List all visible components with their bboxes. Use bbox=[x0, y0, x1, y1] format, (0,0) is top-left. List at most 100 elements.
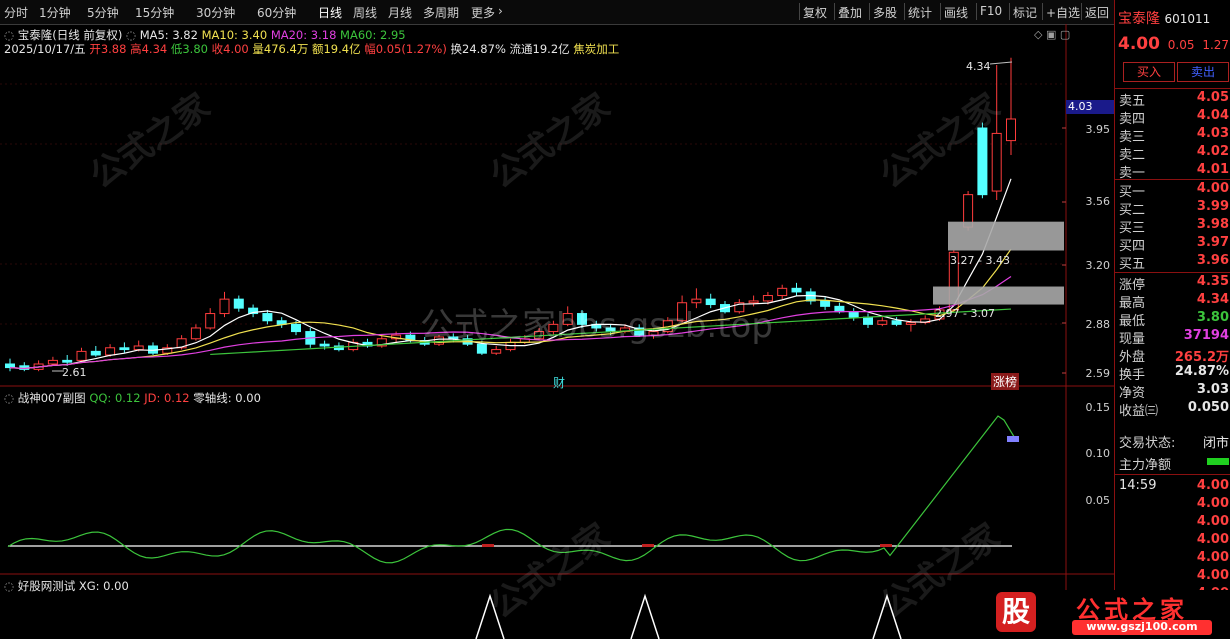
row-value: 4.05 bbox=[1196, 90, 1229, 105]
buy-button[interactable]: 买入 bbox=[1123, 62, 1175, 82]
period-tab-10[interactable]: 更多 bbox=[471, 4, 495, 21]
jd-label: JD: 0.12 bbox=[144, 391, 190, 405]
bids-row: 买一 4.00 bbox=[1119, 181, 1229, 200]
sell-button[interactable]: 卖出 bbox=[1177, 62, 1229, 82]
bids-row: 买三 3.98 bbox=[1119, 217, 1229, 236]
current-price-tag: 4.03 bbox=[1066, 100, 1114, 114]
row-label: 换手 bbox=[1119, 368, 1146, 383]
period-tab-8[interactable]: 月线 bbox=[388, 4, 412, 21]
tool-button-4[interactable]: 画线 bbox=[944, 4, 968, 21]
stock-name: 宝泰隆 bbox=[1118, 11, 1160, 27]
collapse-icon[interactable]: ◌ bbox=[4, 579, 14, 593]
trade-status-row: 交易状态: 闭市 bbox=[1119, 432, 1229, 451]
tick-row: 4.00 bbox=[1119, 532, 1229, 550]
low-annotation: 2.61 bbox=[62, 366, 87, 379]
main-flow-bar bbox=[1207, 458, 1229, 465]
period-tab-0[interactable]: 分时 bbox=[4, 4, 28, 21]
bids-row: 买五 3.96 bbox=[1119, 253, 1229, 272]
tool-button-1[interactable]: 叠加 bbox=[838, 4, 862, 21]
row-value: 3.99 bbox=[1196, 199, 1229, 214]
finance-marker[interactable]: 财 bbox=[553, 374, 565, 391]
stats-row: 最高 4.34 bbox=[1119, 292, 1229, 311]
period-tab-9[interactable]: 多周期 bbox=[423, 4, 459, 21]
collapse-icon[interactable]: ◌ bbox=[4, 391, 14, 405]
stats-row: 收益㈢ 0.050 bbox=[1119, 400, 1229, 419]
candle-body bbox=[291, 323, 301, 333]
period-tab-7[interactable]: 周线 bbox=[353, 4, 377, 21]
tool-button-5[interactable]: F10 bbox=[980, 4, 1002, 18]
candle-body bbox=[791, 287, 802, 293]
candle-body bbox=[119, 347, 130, 351]
candle-body bbox=[133, 345, 144, 351]
asks-row: 卖一 4.01 bbox=[1119, 162, 1229, 181]
price-tick-label: 2.59 bbox=[1085, 367, 1111, 380]
row-value: 3.98 bbox=[1196, 217, 1229, 232]
sub-tick-label: 0.05 bbox=[1085, 494, 1111, 507]
period-tab-2[interactable]: 5分钟 bbox=[87, 4, 119, 21]
ma20-label: MA20: 3.18 bbox=[270, 28, 337, 42]
top-gainers-marker[interactable]: 涨榜 bbox=[991, 373, 1020, 390]
candle-body bbox=[190, 327, 201, 340]
tick-row: 4.00 bbox=[1119, 550, 1229, 568]
period-tab-5[interactable]: 60分钟 bbox=[257, 4, 296, 21]
info-open: 开3.88 bbox=[89, 42, 127, 56]
more-arrow-icon[interactable]: › bbox=[498, 4, 503, 18]
info-volume: 量476.4万 bbox=[252, 42, 309, 56]
price-tick-label: 3.20 bbox=[1085, 259, 1111, 272]
candle-body bbox=[47, 359, 58, 365]
row-value: 3.03 bbox=[1196, 382, 1229, 397]
row-label: 卖五 bbox=[1119, 94, 1146, 109]
high-annotation: 4.34 bbox=[966, 60, 991, 73]
candle-body bbox=[491, 349, 502, 354]
candle-body bbox=[205, 313, 216, 329]
center-watermark: 公式之家bbs.gszb.top bbox=[420, 306, 773, 346]
sub-chart-title: 战神007副图 bbox=[17, 391, 86, 405]
period-tab-6[interactable]: 日线 bbox=[318, 4, 342, 21]
trade-status-label: 交易状态: bbox=[1119, 436, 1176, 451]
sub-tick-label: 0.15 bbox=[1085, 401, 1111, 414]
zero-axis-label: 零轴线: 0.00 bbox=[193, 391, 261, 405]
tool-button-8[interactable]: 返回 bbox=[1085, 4, 1109, 21]
collapse-icon[interactable]: ◌ bbox=[4, 28, 14, 42]
last-price: 4.00 bbox=[1118, 34, 1160, 54]
row-label: 买三 bbox=[1119, 221, 1146, 236]
stats-row: 净资 3.03 bbox=[1119, 382, 1229, 401]
window-icons[interactable]: ◇ ▣ ▢ bbox=[1034, 28, 1070, 41]
price-tick-label: 2.88 bbox=[1085, 318, 1111, 331]
bar-info-row: 2025/10/17/五 开3.88 高4.34 低3.80 收4.00 量47… bbox=[4, 41, 619, 57]
sub-tick-label: 0.10 bbox=[1085, 447, 1111, 460]
row-value: 0.050 bbox=[1187, 400, 1229, 415]
period-tab-4[interactable]: 30分钟 bbox=[196, 4, 235, 21]
period-tab-1[interactable]: 1分钟 bbox=[39, 4, 71, 21]
candle-body bbox=[233, 298, 244, 309]
signal-spike bbox=[475, 593, 505, 639]
candle-body bbox=[905, 322, 916, 325]
stats-row: 现量 37194 bbox=[1119, 328, 1229, 347]
info-float: 流通19.2亿 bbox=[509, 42, 570, 56]
bottom-chart-title: 好股网测试 bbox=[17, 579, 76, 593]
asks-row: 卖二 4.02 bbox=[1119, 144, 1229, 163]
tool-button-2[interactable]: 多股 bbox=[873, 4, 897, 21]
ma-menu-icon[interactable]: ◌ bbox=[126, 28, 136, 42]
tool-button-0[interactable]: 复权 bbox=[803, 4, 827, 21]
tick-row: 4.00 bbox=[1119, 514, 1229, 532]
tick-price: 4.00 bbox=[1196, 568, 1229, 583]
tick-price: 4.00 bbox=[1196, 514, 1229, 529]
period-toolbar: 分时 1分钟 5分钟 15分钟 30分钟 60分钟 日线 周线 月线 多周期 更多 › 复权 叠加 多股统… bbox=[0, 0, 1230, 25]
period-tab-3[interactable]: 15分钟 bbox=[135, 4, 174, 21]
price-line: 4.00 0.05 1.27 bbox=[1118, 34, 1229, 54]
info-high: 高4.34 bbox=[130, 42, 168, 56]
candle-body bbox=[90, 350, 101, 356]
row-label: 卖四 bbox=[1119, 112, 1146, 127]
logo-badge-icon: 股 bbox=[996, 592, 1036, 632]
row-label: 买五 bbox=[1119, 257, 1146, 272]
qq-label: QQ: 0.12 bbox=[89, 391, 141, 405]
trade-status-value: 闭市 bbox=[1202, 436, 1229, 451]
price-pct: 1.27 bbox=[1202, 38, 1230, 52]
tool-button-7[interactable]: +自选 bbox=[1046, 4, 1080, 21]
bids-row: 买二 3.99 bbox=[1119, 199, 1229, 218]
candle-body bbox=[76, 350, 87, 361]
tool-button-6[interactable]: 标记 bbox=[1013, 4, 1037, 21]
tool-button-3[interactable]: 统计 bbox=[908, 4, 932, 21]
candle-body bbox=[62, 359, 73, 363]
